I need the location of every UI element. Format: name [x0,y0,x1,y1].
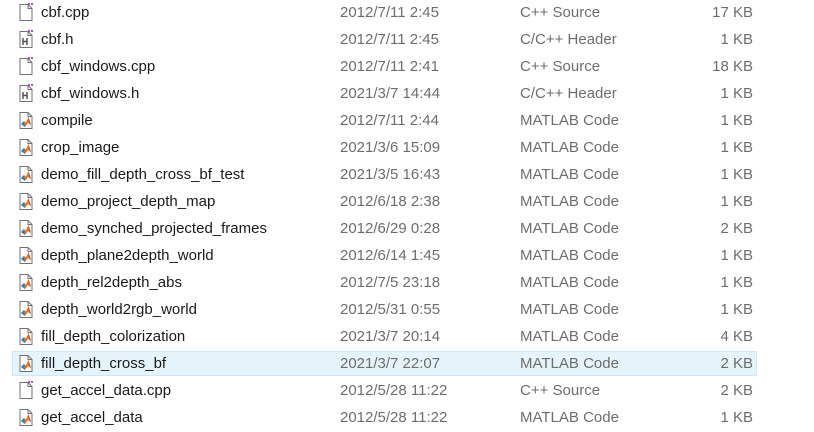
file-name[interactable]: fill_depth_colorization [41,323,185,350]
file-name[interactable]: cbf.h [41,26,74,53]
file-date-modified: 2021/3/7 22:07 [340,355,441,372]
file-date-modified: 2021/3/5 16:43 [340,166,441,183]
file-row[interactable]: fill_depth_cross_bf 2021/3/7 22:07 MATLAB … [0,350,814,377]
file-row[interactable]: get_accel_data.cpp 2012/5/28 11:22 C++ Sou… [0,377,814,404]
file-date-modified: 2021/3/7 14:44 [340,85,441,102]
file-row[interactable]: depth_plane2depth_world 2012/6/14 1:45 MAT… [0,242,814,269]
file-name[interactable]: cbf_windows.cpp [41,53,155,80]
file-size: 2 KB [720,382,753,399]
file-type: MATLAB Code [520,274,619,291]
file-name[interactable]: depth_rel2depth_abs [41,269,182,296]
file-list: cbf.cpp 2012/7/11 2:45 C++ Source 17 KB cbf.… [0,0,814,431]
file-size: 1 KB [720,193,753,210]
file-name[interactable]: fill_depth_cross_bf [41,350,166,377]
file-size: 1 KB [720,166,753,183]
file-size: 18 KB [712,58,753,75]
file-name[interactable]: demo_fill_depth_cross_bf_test [41,161,244,188]
file-type: C++ Source [520,58,601,75]
file-type: MATLAB Code [520,166,619,183]
file-type: C++ Source [520,4,601,21]
file-type: MATLAB Code [520,301,619,318]
cpp-file-icon [18,3,34,22]
file-type: MATLAB Code [520,220,619,237]
file-name[interactable]: demo_synched_projected_frames [41,215,267,242]
matlab-file-icon [18,273,34,292]
file-name[interactable]: depth_world2rgb_world [41,296,197,323]
file-row[interactable]: depth_world2rgb_world 2012/5/31 0:55 MATLA… [0,296,814,323]
matlab-file-icon [18,192,34,211]
file-type: MATLAB Code [520,193,619,210]
matlab-file-icon [18,246,34,265]
matlab-file-icon [18,111,34,130]
file-type: MATLAB Code [520,328,619,345]
file-row[interactable]: demo_project_depth_map 2012/6/18 2:38 MATL… [0,188,814,215]
cpp-file-icon [18,381,34,400]
cpp-file-icon [18,57,34,76]
file-size: 2 KB [720,220,753,237]
file-row[interactable]: fill_depth_colorization 2021/3/7 20:14 MAT… [0,323,814,350]
file-name[interactable]: compile [41,107,93,134]
matlab-file-icon [18,327,34,346]
matlab-file-icon [18,138,34,157]
file-date-modified: 2012/6/14 1:45 [340,247,441,264]
matlab-file-icon [18,165,34,184]
file-row[interactable]: cbf.h 2012/7/11 2:45 C/C++ Header 1 KB [0,26,814,53]
file-row[interactable]: cbf_windows.h 2021/3/7 14:44 C/C++ Header 1… [0,80,814,107]
file-name[interactable]: cbf_windows.h [41,80,139,107]
file-type: C/C++ Header [520,85,617,102]
file-date-modified: 2012/7/5 23:18 [340,274,441,291]
file-name[interactable]: get_accel_data.cpp [41,377,171,404]
file-size: 1 KB [720,301,753,318]
file-date-modified: 2012/6/18 2:38 [340,193,441,210]
file-date-modified: 2012/7/11 2:45 [340,4,439,21]
file-size: 1 KB [720,247,753,264]
header-file-icon [18,30,34,49]
file-row[interactable]: cbf_windows.cpp 2012/7/11 2:41 C++ Source 1… [0,53,814,80]
file-date-modified: 2012/7/11 2:41 [340,58,439,75]
file-date-modified: 2012/7/11 2:44 [340,112,439,129]
file-type: MATLAB Code [520,112,619,129]
file-size: 1 KB [720,139,753,156]
file-row[interactable]: depth_rel2depth_abs 2012/7/5 23:18 MATLAB … [0,269,814,296]
file-date-modified: 2012/7/11 2:45 [340,31,439,48]
header-file-icon [18,84,34,103]
file-type: C/C++ Header [520,31,617,48]
file-name[interactable]: cbf.cpp [41,0,89,26]
file-size: 1 KB [720,274,753,291]
file-name[interactable]: crop_image [41,134,119,161]
file-date-modified: 2012/5/28 11:22 [340,382,448,399]
file-date-modified: 2021/3/7 20:14 [340,328,441,345]
file-row[interactable]: demo_synched_projected_frames 2012/6/29 0… [0,215,814,242]
file-row[interactable]: demo_fill_depth_cross_bf_test 2021/3/5 16… [0,161,814,188]
file-type: MATLAB Code [520,355,619,372]
file-size: 2 KB [720,355,753,372]
file-size: 1 KB [720,31,753,48]
file-row[interactable]: compile 2012/7/11 2:44 MATLAB Code 1 KB [0,107,814,134]
file-type: MATLAB Code [520,247,619,264]
file-date-modified: 2021/3/6 15:09 [340,139,441,156]
matlab-file-icon [18,300,34,319]
matlab-file-icon [18,219,34,238]
file-size: 1 KB [720,112,753,129]
file-row[interactable]: crop_image 2021/3/6 15:09 MATLAB Code 1 KB [0,134,814,161]
matlab-file-icon [18,354,34,373]
file-type: C++ Source [520,382,601,399]
file-size: 1 KB [720,85,753,102]
file-name[interactable]: depth_plane2depth_world [41,242,214,269]
file-type: MATLAB Code [520,139,619,156]
file-date-modified: 2012/6/29 0:28 [340,220,441,237]
file-date-modified: 2012/5/31 0:55 [340,301,441,318]
file-name[interactable]: demo_project_depth_map [41,188,215,215]
file-size: 4 KB [720,328,753,345]
file-row[interactable]: cbf.cpp 2012/7/11 2:45 C++ Source 17 KB [0,0,814,26]
file-size: 17 KB [712,4,753,21]
